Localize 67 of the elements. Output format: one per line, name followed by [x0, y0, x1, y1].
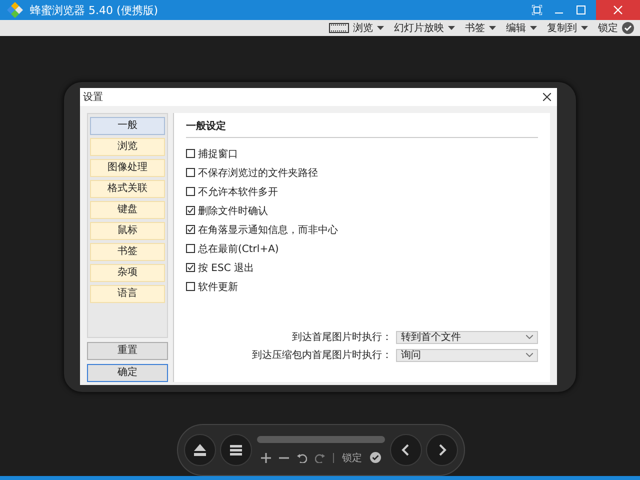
- category-item[interactable]: 浏览: [90, 138, 165, 156]
- dropdown-label: 到达压缩包内首尾图片时执行：: [252, 348, 392, 362]
- dialog-title: 设置: [83, 90, 103, 104]
- caret-icon: [448, 26, 455, 30]
- toolbar-menu[interactable]: 幻灯片放映: [394, 21, 455, 35]
- window-title: 蜂蜜浏览器 5.40 (便携版): [30, 2, 158, 18]
- option-label: 捕捉窗口: [198, 148, 238, 160]
- chevron-down-icon: [526, 353, 533, 357]
- dropdown-label: 到达首尾图片时执行：: [292, 330, 392, 344]
- option-label: 在角落显示通知信息，而非中心: [198, 224, 338, 236]
- option-label: 不允许本软件多开: [198, 186, 278, 198]
- checkbox[interactable]: [186, 149, 195, 158]
- rotate-right-icon[interactable]: [315, 452, 325, 462]
- rotate-left-icon[interactable]: [297, 452, 307, 462]
- logo-icon: [6, 1, 24, 19]
- check-icon[interactable]: [370, 452, 381, 463]
- option-label: 总在最前(Ctrl+A): [198, 242, 279, 256]
- caret-icon: [377, 26, 384, 30]
- category-item[interactable]: 杂项: [90, 264, 165, 282]
- checkbox[interactable]: [186, 244, 195, 253]
- category-item[interactable]: 格式关联: [90, 180, 165, 198]
- lock-label[interactable]: 锁定: [342, 450, 362, 464]
- toolbar-menu[interactable]: 复制到: [547, 21, 588, 35]
- category-item[interactable]: 书签: [90, 243, 165, 261]
- category-item[interactable]: 键盘: [90, 201, 165, 219]
- close-button[interactable]: [596, 0, 640, 20]
- maximize-icon[interactable]: [576, 5, 586, 15]
- caret-icon: [581, 26, 588, 30]
- checkbox[interactable]: [186, 187, 195, 196]
- zoom-in-icon[interactable]: [261, 452, 271, 462]
- category-item[interactable]: 一般: [90, 117, 165, 135]
- close-icon: [613, 5, 623, 15]
- category-item[interactable]: 语言: [90, 285, 165, 303]
- option-label: 软件更新: [198, 280, 238, 294]
- eject-icon: [193, 443, 207, 457]
- next-button[interactable]: [426, 434, 458, 466]
- category-item[interactable]: 图像处理: [90, 159, 165, 177]
- category-item[interactable]: 鼠标: [90, 222, 165, 240]
- toolbar-menu[interactable]: 编辑: [506, 21, 537, 35]
- toolbar-menu[interactable]: 书签: [465, 21, 496, 35]
- ok-button[interactable]: 确定: [87, 364, 168, 382]
- dropdown[interactable]: 询问: [396, 348, 538, 362]
- chevron-down-icon: [526, 335, 533, 339]
- menu-icon: [229, 443, 243, 457]
- option-label: 按 ESC 退出: [198, 262, 254, 274]
- previous-button[interactable]: [390, 434, 422, 466]
- checkbox[interactable]: [186, 206, 195, 215]
- section-title: 一般设定: [186, 119, 227, 133]
- eject-button[interactable]: [184, 434, 216, 466]
- checkbox[interactable]: [186, 282, 195, 291]
- caret-icon: [489, 26, 496, 30]
- frame-icon: [329, 23, 349, 33]
- close-icon[interactable]: [543, 93, 551, 101]
- toolbar-menu[interactable]: 浏览: [329, 21, 384, 35]
- progress-track[interactable]: [257, 436, 385, 442]
- caret-icon: [530, 26, 537, 30]
- checkbox[interactable]: [186, 263, 195, 272]
- check-icon: [622, 22, 634, 34]
- fullscreen-icon[interactable]: [532, 5, 542, 15]
- reset-button[interactable]: 重置: [87, 342, 168, 360]
- option-label: 删除文件时确认: [198, 204, 268, 218]
- menu-button[interactable]: [220, 434, 252, 466]
- dropdown[interactable]: 转到首个文件: [396, 330, 538, 344]
- option-label: 不保存浏览过的文件夹路径: [198, 166, 318, 180]
- toolbar-menu[interactable]: 锁定: [598, 21, 634, 35]
- checkbox[interactable]: [186, 168, 195, 177]
- checkbox[interactable]: [186, 225, 195, 234]
